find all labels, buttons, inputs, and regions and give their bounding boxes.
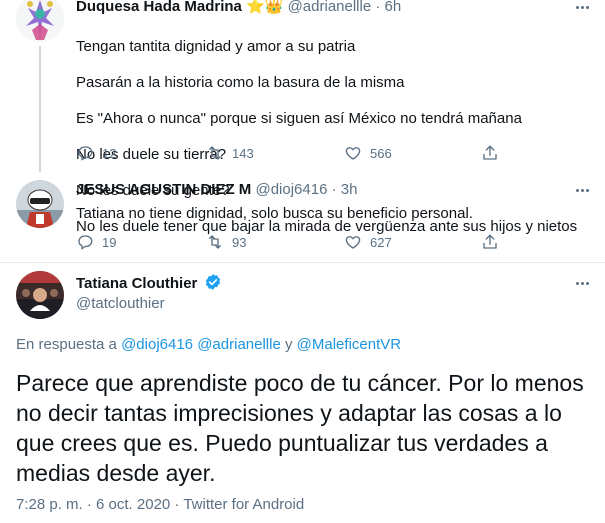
share-icon <box>483 234 497 249</box>
tweet-time[interactable]: 3h <box>341 181 358 198</box>
retweet-icon <box>209 146 221 160</box>
like-icon <box>345 147 361 160</box>
author-handle[interactable]: @tatclouthier <box>76 295 165 312</box>
reply-context: En respuesta a @dioj6416 @adrianellle y … <box>16 336 401 353</box>
tweet-duquesa[interactable]: Duquesa Hada Madrina ⭐👑 @adrianellle · 6… <box>0 0 605 235</box>
tweet-header: JESUS AGUSTIN DIEZ M @dioj6416 · 3h <box>76 180 357 200</box>
tweet-jesus[interactable]: JESUS AGUSTIN DIEZ M @dioj6416 · 3h Tati… <box>0 172 605 264</box>
retweet-icon <box>209 235 221 249</box>
reply-and: y <box>284 336 293 353</box>
more-icon[interactable] <box>571 180 593 200</box>
reply-icon <box>78 146 93 161</box>
author-name[interactable]: Tatiana Clouthier <box>76 275 197 292</box>
share-icon <box>483 145 497 160</box>
tweet-meta[interactable]: 7:28 p. m. · 6 oct. 2020 · Twitter for A… <box>16 496 304 513</box>
like-count: 627 <box>370 234 392 250</box>
tweet-line: Tengan tantita dignidad y amor a su patr… <box>76 38 356 55</box>
thread-line <box>39 46 41 172</box>
reply-icon <box>78 235 93 250</box>
main-author: Tatiana Clouthier <box>76 273 222 294</box>
reply-button[interactable]: 19 <box>76 232 116 252</box>
author-handle[interactable]: @adrianellle <box>288 0 372 15</box>
tweet-text: Tatiana no tiene dignidad, solo busca su… <box>76 205 473 222</box>
main-handle-row: @tatclouthier <box>76 294 165 314</box>
reply-count: 19 <box>102 234 117 250</box>
separator: · <box>375 0 381 15</box>
tweet-actions: 12 143 566 <box>76 143 516 163</box>
reply-button[interactable]: 12 <box>76 143 116 163</box>
main-tweet-text: Parece que aprendiste poco de tu cáncer.… <box>16 370 584 486</box>
author-name[interactable]: JESUS AGUSTIN DIEZ M <box>76 181 251 198</box>
avatar-jesus[interactable] <box>16 180 64 228</box>
avatar-tatiana[interactable] <box>16 271 64 319</box>
like-button[interactable]: 627 <box>344 232 392 252</box>
retweet-count: 143 <box>232 145 254 161</box>
separator: · <box>331 181 337 198</box>
mention-link[interactable]: @adrianellle <box>197 336 281 353</box>
tweet-header: Duquesa Hada Madrina ⭐👑 @adrianellle · 6… <box>76 0 401 17</box>
retweet-count: 93 <box>232 234 247 250</box>
reply-count: 12 <box>102 145 117 161</box>
tweet-line: Es "Ahora o nunca" porque si siguen así … <box>76 110 522 127</box>
retweet-button[interactable]: 93 <box>206 232 246 252</box>
mention-link[interactable]: @MaleficentVR <box>297 336 401 353</box>
author-name[interactable]: Duquesa Hada Madrina <box>76 0 242 15</box>
tweet-line: Pasarán a la historia como la basura de … <box>76 74 405 91</box>
tweet-time[interactable]: 6h <box>385 0 402 15</box>
like-icon <box>345 236 361 249</box>
author-handle[interactable]: @dioj6416 <box>255 181 327 198</box>
more-icon[interactable] <box>571 0 593 17</box>
verified-icon <box>205 274 220 290</box>
mention-link[interactable]: @dioj6416 <box>121 336 193 353</box>
like-button[interactable]: 566 <box>344 143 392 163</box>
tweet-actions: 19 93 627 <box>76 232 516 252</box>
name-badges: ⭐👑 <box>246 0 284 15</box>
avatar-duquesa[interactable] <box>16 0 64 42</box>
share-button[interactable] <box>481 143 499 163</box>
more-icon[interactable] <box>571 273 593 293</box>
share-button[interactable] <box>481 232 499 252</box>
retweet-button[interactable]: 143 <box>206 143 254 163</box>
reply-prefix: En respuesta a <box>16 336 117 353</box>
like-count: 566 <box>370 145 392 161</box>
